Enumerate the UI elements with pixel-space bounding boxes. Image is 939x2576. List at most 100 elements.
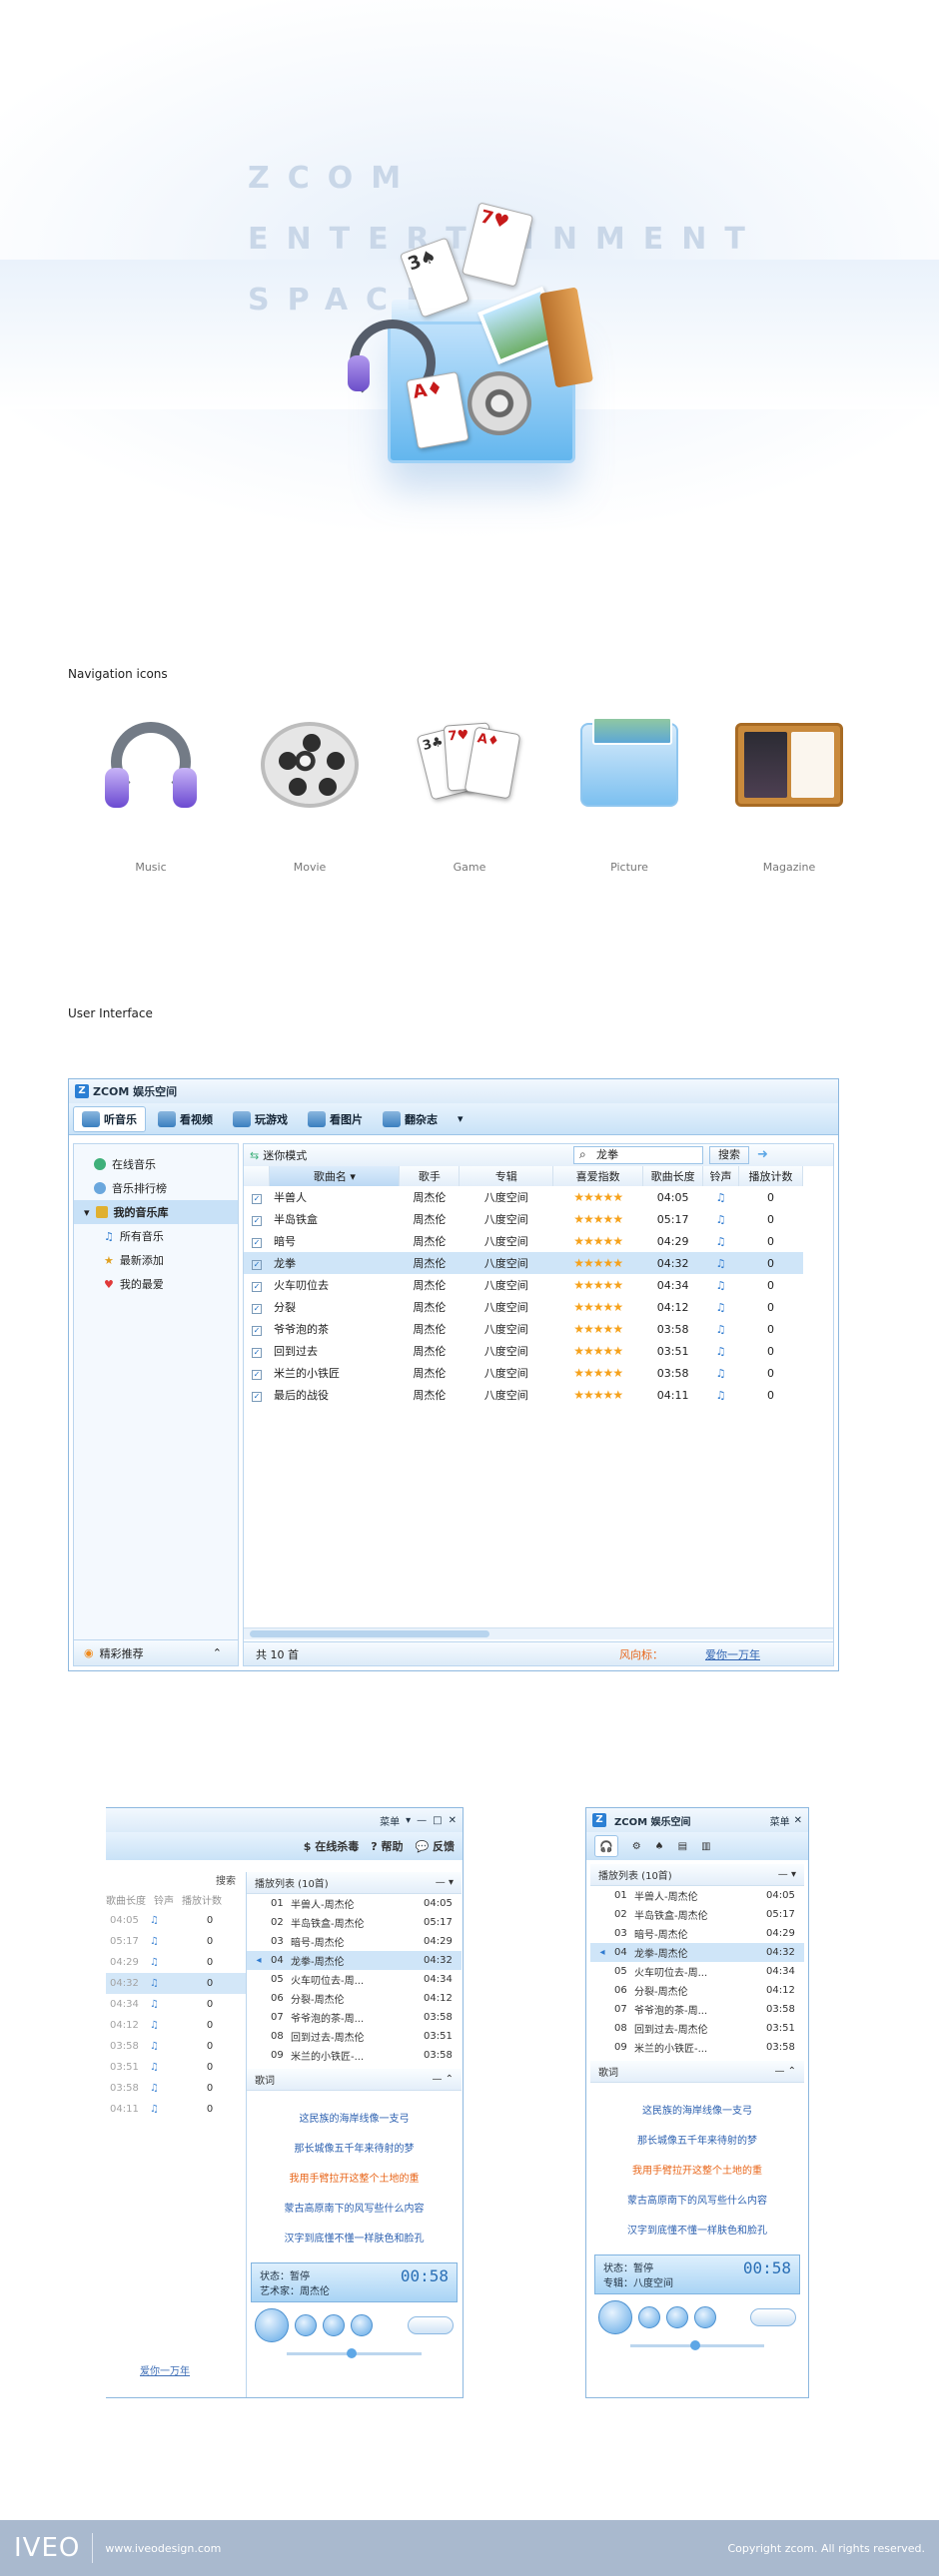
cell-ringtone-music-note-icon[interactable]: ♫ bbox=[703, 1318, 739, 1340]
row-checkbox[interactable]: ✓ bbox=[244, 1362, 270, 1384]
playlist-item[interactable]: ◂ 04 龙拳-周杰伦 04:32 bbox=[590, 1943, 804, 1962]
picture-nav-icon[interactable] bbox=[573, 709, 685, 821]
search-button[interactable]: 搜索 bbox=[709, 1146, 749, 1164]
playlist-item[interactable]: 06 分裂-周杰伦 04:12 bbox=[590, 1981, 804, 2000]
lyrics-header[interactable]: 歌词 — ⌃ bbox=[590, 2061, 804, 2083]
partial-row[interactable]: 05:17 ♫ 0 bbox=[106, 1931, 246, 1952]
tab-music[interactable]: 🎧 bbox=[594, 1835, 618, 1857]
play-button[interactable] bbox=[255, 2308, 289, 2342]
cell-ringtone-music-note-icon[interactable]: ♫ bbox=[703, 1362, 739, 1384]
cell-ringtone-music-note-icon[interactable]: ♫ bbox=[703, 1208, 739, 1230]
cell-ringtone-music-note-icon[interactable]: ♫ bbox=[703, 1186, 739, 1208]
partial-wind-link[interactable]: 爱你一万年 bbox=[140, 2362, 190, 2377]
row-checkbox[interactable]: ✓ bbox=[244, 1318, 270, 1340]
cell-rating[interactable]: ★★★★★ bbox=[553, 1296, 643, 1318]
row-checkbox[interactable]: ✓ bbox=[244, 1186, 270, 1208]
menu-button[interactable]: 菜单 bbox=[770, 1813, 790, 1828]
tab-picture[interactable]: 看图片 bbox=[300, 1106, 371, 1132]
antivirus-button[interactable]: $ 在线杀毒 bbox=[304, 1838, 359, 1854]
tab-magazine[interactable]: 翻杂志 bbox=[375, 1106, 446, 1132]
table-row[interactable]: ✓ 半岛铁盒 周杰伦 八度空间 ★★★★★ 05:17 ♫ 0 bbox=[244, 1208, 803, 1230]
playlist-item[interactable]: 02 半岛铁盒-周杰伦 05:17 bbox=[590, 1905, 804, 1924]
feedback-button[interactable]: 💬 反馈 bbox=[415, 1838, 455, 1854]
partial-row[interactable]: 04:29 ♫ 0 bbox=[106, 1952, 246, 1973]
row-checkbox[interactable]: ✓ bbox=[244, 1252, 270, 1274]
partial-row[interactable]: 03:58 ♫ 0 bbox=[106, 2078, 246, 2099]
playlist-header[interactable]: 播放列表 (10首) — ▾ bbox=[247, 1872, 462, 1894]
cell-rating[interactable]: ★★★★★ bbox=[553, 1340, 643, 1362]
sidebar-item-recently-added[interactable]: ★ 最新添加 bbox=[74, 1248, 238, 1272]
volume-thumb[interactable] bbox=[347, 2348, 357, 2358]
col-length[interactable]: 歌曲长度 bbox=[642, 1166, 704, 1186]
close-icon[interactable]: ✕ bbox=[794, 1815, 802, 1826]
row-checkbox[interactable]: ✓ bbox=[244, 1230, 270, 1252]
playlist-item[interactable]: 07 爷爷泡的茶-周... 03:58 bbox=[590, 2000, 804, 2019]
partial-row[interactable]: 04:05 ♫ 0 bbox=[106, 1910, 246, 1931]
sidebar-item-charts[interactable]: 音乐排行榜 bbox=[74, 1176, 238, 1200]
lyrics-header[interactable]: 歌词 — ⌃ bbox=[247, 2069, 462, 2091]
playlist-item[interactable]: 03 暗号-周杰伦 04:29 bbox=[590, 1924, 804, 1943]
sidebar-item-favorites[interactable]: ♥ 我的最爱 bbox=[74, 1272, 238, 1296]
magazine-nav-icon[interactable] bbox=[733, 709, 845, 821]
playlist-item[interactable]: 05 火车叨位去-周... 04:34 bbox=[247, 1970, 462, 1989]
tab-magazine[interactable]: ▥ bbox=[701, 1841, 710, 1852]
table-row[interactable]: ✓ 最后的战役 周杰伦 八度空间 ★★★★★ 04:11 ♫ 0 bbox=[244, 1384, 803, 1406]
row-checkbox[interactable]: ✓ bbox=[244, 1296, 270, 1318]
table-row[interactable]: ✓ 暗号 周杰伦 八度空间 ★★★★★ 04:29 ♫ 0 bbox=[244, 1230, 803, 1252]
repeat-shuffle-toggle[interactable] bbox=[750, 2308, 796, 2326]
tabs-more-chevron-down-icon[interactable]: ▾ bbox=[450, 1106, 471, 1132]
table-row[interactable]: ✓ 分裂 周杰伦 八度空间 ★★★★★ 04:12 ♫ 0 bbox=[244, 1296, 803, 1318]
tab-game[interactable]: 玩游戏 bbox=[225, 1106, 296, 1132]
col-rating[interactable]: 喜爱指数 bbox=[552, 1166, 644, 1186]
footer-url[interactable]: www.iveodesign.com bbox=[105, 2542, 221, 2555]
mini-mode-button[interactable]: 迷你模式 bbox=[263, 1147, 307, 1163]
stop-button[interactable] bbox=[295, 2314, 317, 2336]
tab-game[interactable]: ♠ bbox=[655, 1841, 664, 1852]
tab-music[interactable]: 听音乐 bbox=[73, 1105, 146, 1132]
playlist-item[interactable]: 02 半岛铁盒-周杰伦 05:17 bbox=[247, 1913, 462, 1932]
col-artist[interactable]: 歌手 bbox=[399, 1166, 461, 1186]
playlist-item[interactable]: 08 回到过去-周杰伦 03:51 bbox=[590, 2019, 804, 2038]
row-checkbox[interactable]: ✓ bbox=[244, 1384, 270, 1406]
row-checkbox[interactable]: ✓ bbox=[244, 1340, 270, 1362]
game-nav-icon[interactable]: 3♣ 7♥ A♦ bbox=[414, 709, 525, 821]
arrow-right-icon[interactable]: ➜ bbox=[757, 1147, 768, 1162]
playlist-item[interactable]: 09 米兰的小铁匠-... 03:58 bbox=[247, 2046, 462, 2065]
table-row[interactable]: ✓ 回到过去 周杰伦 八度空间 ★★★★★ 03:51 ♫ 0 bbox=[244, 1340, 803, 1362]
table-row[interactable]: ✓ 米兰的小铁匠 周杰伦 八度空间 ★★★★★ 03:58 ♫ 0 bbox=[244, 1362, 803, 1384]
cell-rating[interactable]: ★★★★★ bbox=[553, 1230, 643, 1252]
horizontal-scrollbar[interactable] bbox=[244, 1627, 833, 1639]
search-input[interactable]: 龙拳 bbox=[573, 1146, 703, 1164]
partial-row[interactable]: 04:34 ♫ 0 bbox=[106, 1994, 246, 2015]
help-button[interactable]: ? 帮助 bbox=[371, 1838, 403, 1854]
cell-rating[interactable]: ★★★★★ bbox=[553, 1186, 643, 1208]
partial-row[interactable]: 03:51 ♫ 0 bbox=[106, 2057, 246, 2078]
tab-picture[interactable]: ▤ bbox=[678, 1841, 687, 1852]
table-row[interactable]: ✓ 半兽人 周杰伦 八度空间 ★★★★★ 04:05 ♫ 0 bbox=[244, 1186, 803, 1208]
playlist-item[interactable]: 07 爷爷泡的茶-周... 03:58 bbox=[247, 2008, 462, 2027]
cell-rating[interactable]: ★★★★★ bbox=[553, 1362, 643, 1384]
partial-row[interactable]: 04:32 ♫ 0 bbox=[106, 1973, 246, 1994]
partial-row[interactable]: 03:58 ♫ 0 bbox=[106, 2036, 246, 2057]
sidebar-featured[interactable]: ◉ 精彩推荐 ⌃ bbox=[74, 1639, 238, 1665]
cell-rating[interactable]: ★★★★★ bbox=[553, 1384, 643, 1406]
sidebar-group-my-library[interactable]: ▾ 我的音乐库 bbox=[74, 1200, 238, 1224]
repeat-shuffle-toggle[interactable] bbox=[408, 2316, 454, 2334]
sidebar-item-online-music[interactable]: 在线音乐 bbox=[74, 1152, 238, 1176]
partial-row[interactable]: 04:11 ♫ 0 bbox=[106, 2099, 246, 2120]
minimize-icon[interactable]: — bbox=[417, 1815, 427, 1826]
scrollbar-thumb[interactable] bbox=[250, 1630, 489, 1637]
row-checkbox[interactable]: ✓ bbox=[244, 1208, 270, 1230]
cell-ringtone-music-note-icon[interactable]: ♫ bbox=[703, 1384, 739, 1406]
cell-ringtone-music-note-icon[interactable]: ♫ bbox=[703, 1230, 739, 1252]
close-icon[interactable]: ✕ bbox=[449, 1815, 457, 1826]
col-plays[interactable]: 播放计数 bbox=[738, 1166, 803, 1186]
volume-slider[interactable] bbox=[287, 2348, 422, 2358]
wind-link[interactable]: 爱你一万年 bbox=[705, 1646, 760, 1662]
tab-video[interactable]: ⚙ bbox=[632, 1841, 641, 1852]
table-row[interactable]: ✓ 火车叨位去 周杰伦 八度空间 ★★★★★ 04:34 ♫ 0 bbox=[244, 1274, 803, 1296]
previous-button[interactable] bbox=[323, 2314, 345, 2336]
partial-search-button[interactable]: 搜索 bbox=[106, 1872, 246, 1892]
cell-ringtone-music-note-icon[interactable]: ♫ bbox=[703, 1274, 739, 1296]
col-ringtone[interactable]: 铃声 bbox=[702, 1166, 740, 1186]
